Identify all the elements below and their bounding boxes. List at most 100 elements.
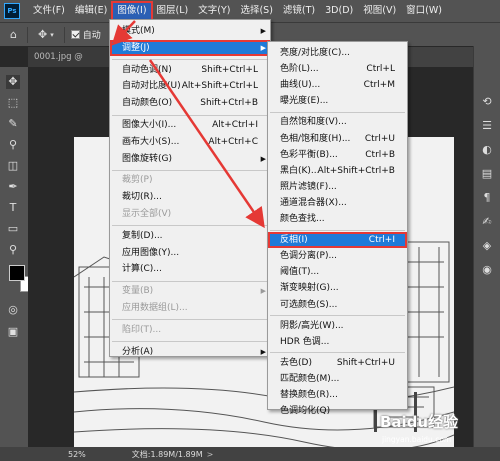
adjust-menu-item[interactable]: HDR 色调... <box>268 334 407 350</box>
adjust-menu-item[interactable]: 可选颜色(S)... <box>268 297 407 313</box>
menu-layer[interactable]: 图层(L) <box>152 2 194 20</box>
image-menu-item-label: 画布大小(S)... <box>122 136 180 147</box>
eyedropper-tool-icon[interactable]: ⚲ <box>6 138 20 152</box>
image-menu-item[interactable]: 自动对比度(U) Alt+Shift+Ctrl+L <box>110 78 270 94</box>
adjust-menu-item-shortcut: Ctrl+M <box>363 80 395 91</box>
adjust-menu-item[interactable]: 色阶(L)... Ctrl+L <box>268 61 407 77</box>
image-menu-item[interactable]: 显示全部(V) <box>110 206 270 222</box>
image-menu-item[interactable]: 变量(B) ▶ <box>110 283 270 299</box>
adjust-menu-item[interactable]: 阴影/高光(W)... <box>268 318 407 334</box>
move-tool-icon[interactable]: ✥ <box>6 75 20 89</box>
layers-icon[interactable]: ◈ <box>479 238 495 254</box>
image-menu-item[interactable]: 分析(A) ▶ <box>110 344 270 360</box>
adjust-menu-item[interactable]: 自然饱和度(V)... <box>268 114 407 130</box>
shape-tool-icon[interactable]: ▭ <box>6 222 20 236</box>
zoom-level[interactable]: 52% <box>68 450 86 459</box>
image-menu-item[interactable]: 裁切(R)... <box>110 189 270 205</box>
adjust-menu-item[interactable]: 色相/饱和度(H)... Ctrl+U <box>268 131 407 147</box>
image-menu-item-label: 自动对比度(U) <box>122 81 181 92</box>
adjust-menu-item[interactable]: 颜色查找... <box>268 211 407 227</box>
adjust-menu-item[interactable]: 渐变映射(G)... <box>268 280 407 296</box>
tools-panel: ✥ ⬚ ✎ ⚲ ◫ ✒ T ▭ ⚲ ◎ ▣ <box>0 67 36 447</box>
menu-select[interactable]: 选择(S) <box>235 2 277 20</box>
image-menu-item-label: 显示全部(V) <box>122 209 172 219</box>
adjust-menu-item[interactable]: 色调分离(P)... <box>268 248 407 264</box>
menu-type[interactable]: 文字(Y) <box>193 2 235 20</box>
adjust-menu-item[interactable]: 曲线(U)... Ctrl+M <box>268 77 407 93</box>
document-tab[interactable]: 0001.jpg @ <box>28 47 120 67</box>
adjust-menu-item[interactable]: 曝光度(E)... <box>268 93 407 109</box>
adjust-menu-item[interactable]: 黑白(K)... Alt+Shift+Ctrl+B <box>268 163 407 179</box>
marquee-tool-icon[interactable]: ⬚ <box>6 96 20 110</box>
status-menu-arrow[interactable]: > <box>207 450 214 459</box>
adjust-menu-item-label: 照片滤镜(F)... <box>280 181 337 192</box>
menu-file[interactable]: 文件(F) <box>28 2 70 20</box>
adjust-menu-item[interactable]: 亮度/对比度(C)... <box>268 45 407 61</box>
adjust-menu-item-label: 自然饱和度(V)... <box>280 117 347 128</box>
menu-separator <box>112 319 268 321</box>
paragraph-icon[interactable]: ¶ <box>479 190 495 206</box>
chevron-down-icon[interactable]: ▾ <box>50 31 54 39</box>
image-menu-item[interactable]: 自动颜色(O) Shift+Ctrl+B <box>110 95 270 111</box>
image-menu-item-label: 调整(J) <box>122 42 150 53</box>
quick-mask-icon[interactable]: ◎ <box>6 303 20 317</box>
image-menu-item[interactable]: 调整(J) ▶ <box>110 39 270 56</box>
libraries-icon[interactable]: ▤ <box>479 166 495 182</box>
menu-separator <box>270 315 405 317</box>
adjust-menu-item[interactable]: 照片滤镜(F)... <box>268 179 407 195</box>
image-menu-item-label: 计算(C)... <box>122 264 162 275</box>
image-menu-item-shortcut: Shift+Ctrl+L <box>201 64 258 75</box>
adjust-menu-item-label: 阈值(T)... <box>280 267 320 278</box>
menu-filter[interactable]: 滤镜(T) <box>278 2 320 20</box>
image-menu-item[interactable]: 图像大小(I)... Alt+Ctrl+I <box>110 117 270 133</box>
menu-edit[interactable]: 编辑(E) <box>70 2 112 20</box>
home-icon[interactable]: ⌂ <box>10 28 17 41</box>
adjust-menu-item[interactable]: 反相(I) Ctrl+I <box>268 232 407 249</box>
image-menu-item[interactable]: 复制(D)... <box>110 228 270 244</box>
adjust-menu-item[interactable]: 替换颜色(R)... <box>268 387 407 403</box>
menu-image[interactable]: 图像(I) <box>111 1 153 21</box>
brush-icon[interactable]: ✍ <box>479 214 495 230</box>
image-menu-item-label: 复制(D)... <box>122 230 163 241</box>
channels-icon[interactable]: ◉ <box>479 262 495 278</box>
text-tool-icon[interactable]: T <box>6 201 20 215</box>
menu-3d[interactable]: 3D(D) <box>320 2 358 20</box>
image-menu-item[interactable]: 裁剪(P) <box>110 172 270 188</box>
image-menu-item[interactable]: 图像旋转(G) ▶ <box>110 151 270 167</box>
pen-tool-icon[interactable]: ✒ <box>6 180 20 194</box>
adjustments-icon[interactable]: ◐ <box>479 142 495 158</box>
auto-select-checkbox[interactable] <box>70 30 80 39</box>
image-menu-item[interactable]: 应用图像(Y)... <box>110 245 270 261</box>
image-menu-item[interactable]: 陷印(T)... <box>110 322 270 338</box>
image-menu-item-label: 图像旋转(G) <box>122 153 172 164</box>
move-tool-icon[interactable]: ✥ <box>38 28 47 41</box>
adjust-menu-item[interactable]: 通道混合器(X)... <box>268 195 407 211</box>
zoom-tool-icon[interactable]: ⚲ <box>6 243 20 257</box>
image-menu-item[interactable]: 自动色调(N) Shift+Ctrl+L <box>110 62 270 78</box>
adjust-menu-item-label: 曝光度(E)... <box>280 96 329 107</box>
menu-window[interactable]: 窗口(W) <box>401 2 447 20</box>
image-menu-item[interactable]: 画布大小(S)... Alt+Ctrl+C <box>110 134 270 150</box>
adjust-menu-item-shortcut: Alt+Shift+Ctrl+B <box>317 165 395 176</box>
image-menu-item[interactable]: 模式(M) ▶ <box>110 23 270 39</box>
image-menu-item[interactable]: 应用数据组(L)... <box>110 300 270 316</box>
screen-mode-icon[interactable]: ▣ <box>6 325 20 339</box>
menu-separator <box>270 111 405 113</box>
adjust-menu-item-label: 色彩平衡(B)... <box>280 149 338 160</box>
image-menu-item-label: 自动颜色(O) <box>122 98 173 109</box>
properties-icon[interactable]: ☰ <box>479 118 495 134</box>
adjust-menu-item-shortcut: Ctrl+B <box>365 149 395 160</box>
menu-separator <box>270 352 405 354</box>
adjust-menu-item[interactable]: 匹配颜色(M)... <box>268 371 407 387</box>
menu-view[interactable]: 视图(V) <box>358 2 401 20</box>
image-menu-dropdown: 模式(M) ▶ 调整(J) ▶ 自动色调(N) Shift+Ctrl+L 自动对比度(U) A… <box>109 19 271 357</box>
history-icon[interactable]: ⟲ <box>479 94 495 110</box>
menu-separator <box>112 169 268 171</box>
quick-select-tool-icon[interactable]: ✎ <box>6 117 20 131</box>
foreground-color-swatch[interactable] <box>9 265 25 281</box>
adjust-menu-item[interactable]: 阈值(T)... <box>268 264 407 280</box>
eraser-tool-icon[interactable]: ◫ <box>6 159 20 173</box>
adjust-menu-item[interactable]: 去色(D) Shift+Ctrl+U <box>268 355 407 371</box>
image-menu-item[interactable]: 计算(C)... <box>110 261 270 277</box>
adjust-menu-item[interactable]: 色彩平衡(B)... Ctrl+B <box>268 147 407 163</box>
